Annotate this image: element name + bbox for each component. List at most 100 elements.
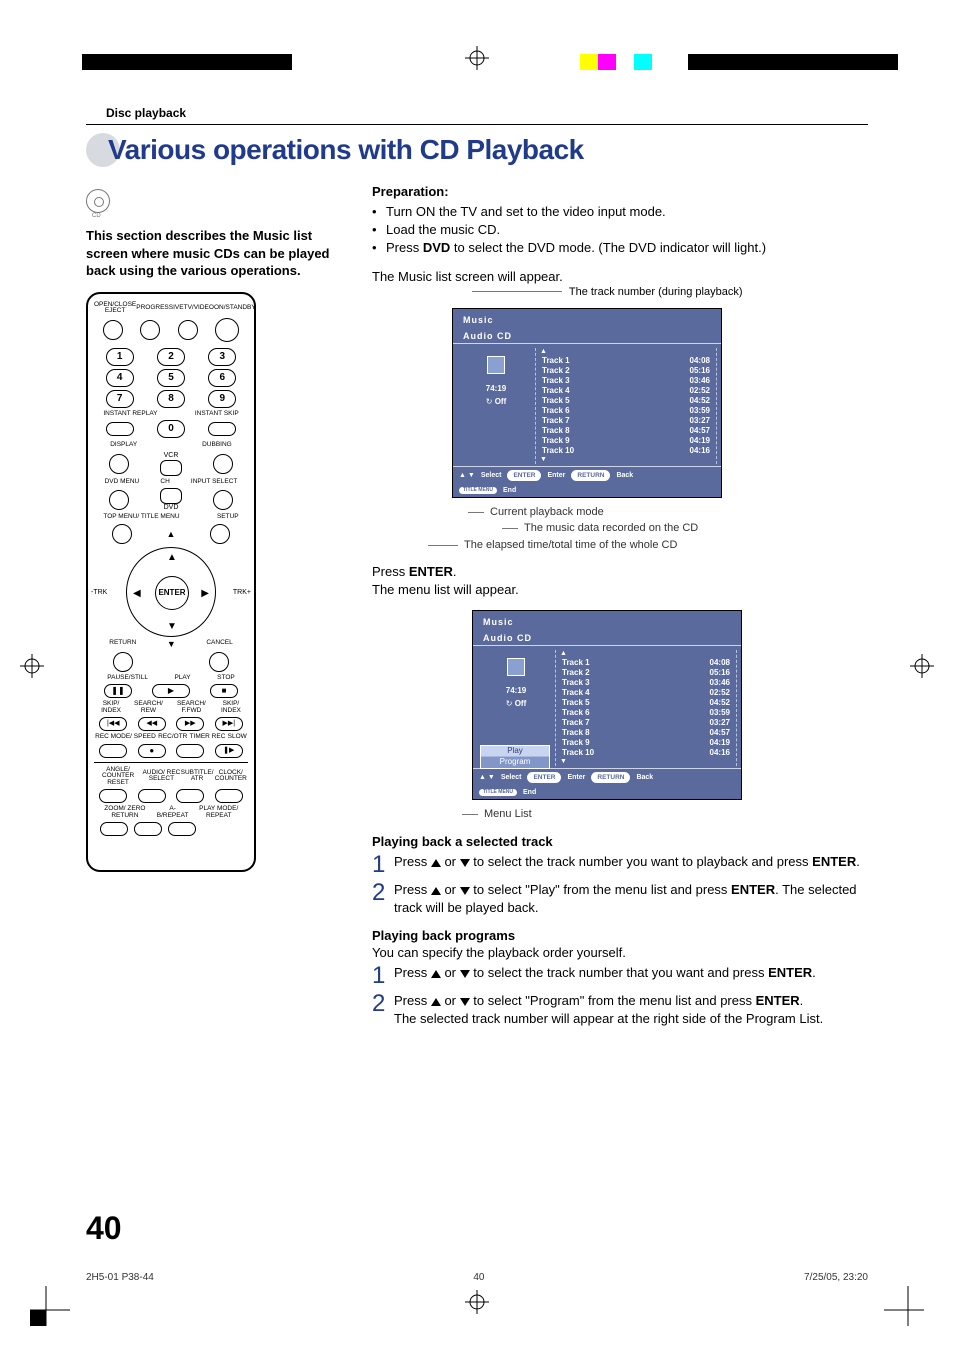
step-number: 1 [372,853,394,877]
callout: Current playback mode [490,504,872,521]
label: REC/OTR [158,734,187,741]
hint: TITLE MENU [459,487,497,494]
audio-button [138,789,166,803]
label: REC MODE/ SPEED [95,734,156,741]
num-9: 9 [208,390,236,408]
angle-button [99,789,127,803]
hint: Select [481,472,502,479]
display-button [109,454,129,474]
footer: 2H5-01 P38-44 40 7/25/05, 23:20 [86,1272,868,1283]
step-number: 2 [372,881,394,916]
ffwd-button: ▶▶ [176,717,204,731]
skip-fwd-button: ▶▶| [215,717,243,731]
paragraph: Press ENTER. The menu list will appear. [372,563,872,599]
label: OPEN/CLOSE EJECT [94,302,136,315]
timerrec-button [176,744,204,758]
num-4: 4 [106,369,134,387]
label: DVD MENU [105,479,140,486]
hint: Enter [567,774,585,781]
footer-left: 2H5-01 P38-44 [86,1272,154,1283]
page-title: Various operations with CD Playback [108,134,584,166]
osd-mode: Off [515,699,527,708]
label: SKIP/ INDEX [214,701,248,714]
hint: Enter [547,472,565,479]
label: PLAY MODE/ REPEAT [189,806,248,819]
tvvideo-button [178,320,198,340]
step-text: Press or to select the track number you … [394,853,872,877]
label: INSTANT REPLAY [103,411,157,418]
callout: The elapsed time/total time of the whole… [464,537,872,554]
hint: Back [616,472,633,479]
label: PAUSE/STILL [107,675,148,682]
repeat-icon: ↻ [506,699,513,708]
label: INPUT SELECT [191,479,237,486]
label: TOP MENU/ TITLE MENU [103,514,179,521]
reg-bar-left [82,54,292,70]
callout: The music data recorded on the CD [524,520,872,537]
instant-skip-button [208,422,236,436]
step-number: 2 [372,992,394,1027]
stop-button: ■ [210,684,238,698]
remote-diagram: OPEN/CLOSE EJECT PROGRESSIVE TV/VIDEO ON… [86,292,256,872]
osd-subtitle: Audio CD [483,633,731,643]
osd-mode: Off [495,397,507,406]
label: ANGLE/ COUNTER RESET [94,767,142,787]
osd-menu-list: Music Audio CD 74:19 ↻ Off Play Program … [472,610,742,800]
input-button [213,490,233,510]
paragraph: You can specify the playback order yours… [372,945,872,960]
dvdmenu-button [109,490,129,510]
label: DUBBING [202,442,232,449]
label: SEARCH/ F.FWD [169,701,214,714]
label: ZOOM/ ZERO RETURN [94,806,156,819]
osd-total-time: 74:19 [459,384,533,393]
abrepeat-button [134,822,162,836]
section-header: Disc playback [86,100,868,125]
crosshair-icon [910,654,934,678]
osd-title: Music [483,617,731,627]
label: SKIP/ INDEX [94,701,128,714]
osd-music-list: Music Audio CD 74:19 ↻ Off ▲ Track 104:0… [452,308,722,498]
callout: Menu List [484,806,872,823]
label: -TRK [91,589,107,596]
hint: RETURN [591,772,630,783]
dvd-down [160,488,182,504]
label: TRK+ [233,589,251,596]
topmenu-button [112,524,132,544]
intro-text: This section describes the Music list sc… [86,227,336,280]
down-icon [460,970,470,978]
reg-bar-right [580,54,898,70]
setup-button [210,524,230,544]
subtitle-button [176,789,204,803]
dubbing-button [213,454,233,474]
step-text: Press or to select the track number that… [394,964,872,988]
pause-button: ❚❚ [104,684,132,698]
preparation-heading: Preparation: [372,184,872,199]
num-2: 2 [157,348,185,366]
enter-button: ENTER [155,576,189,610]
label: SEARCH/ REW [128,701,169,714]
hint: ENTER [527,772,561,783]
recotr-button: ● [138,744,166,758]
paragraph: The Music list screen will appear. [372,268,872,286]
footer-right: 7/25/05, 23:20 [804,1272,868,1283]
cd-icon: CD [86,189,110,213]
nav-ring: ▲ ▼ ◀ ▶ ENTER [126,547,216,637]
zoom-button [100,822,128,836]
slow-button: ❚▶ [215,744,243,758]
label: STOP [217,675,235,682]
crop-mark [30,1286,70,1326]
instant-replay-button [106,422,134,436]
osd-track-table: Track 104:08 Track 205:16 Track 303:46 T… [560,658,732,758]
num-8: 8 [157,390,185,408]
prep-bullet: Load the music CD. [386,221,500,239]
skip-back-button: |◀◀ [99,717,127,731]
play-button: ▶ [152,684,190,698]
cd-icon-label: CD [92,213,101,219]
label: DVD [164,504,179,511]
hint: End [523,789,536,796]
hint: Select [501,774,522,781]
label: TIMER REC [190,734,226,741]
label: VCR [164,452,179,459]
crop-mark [884,1286,924,1326]
label: SUBTITLE/ ATR [181,770,214,783]
